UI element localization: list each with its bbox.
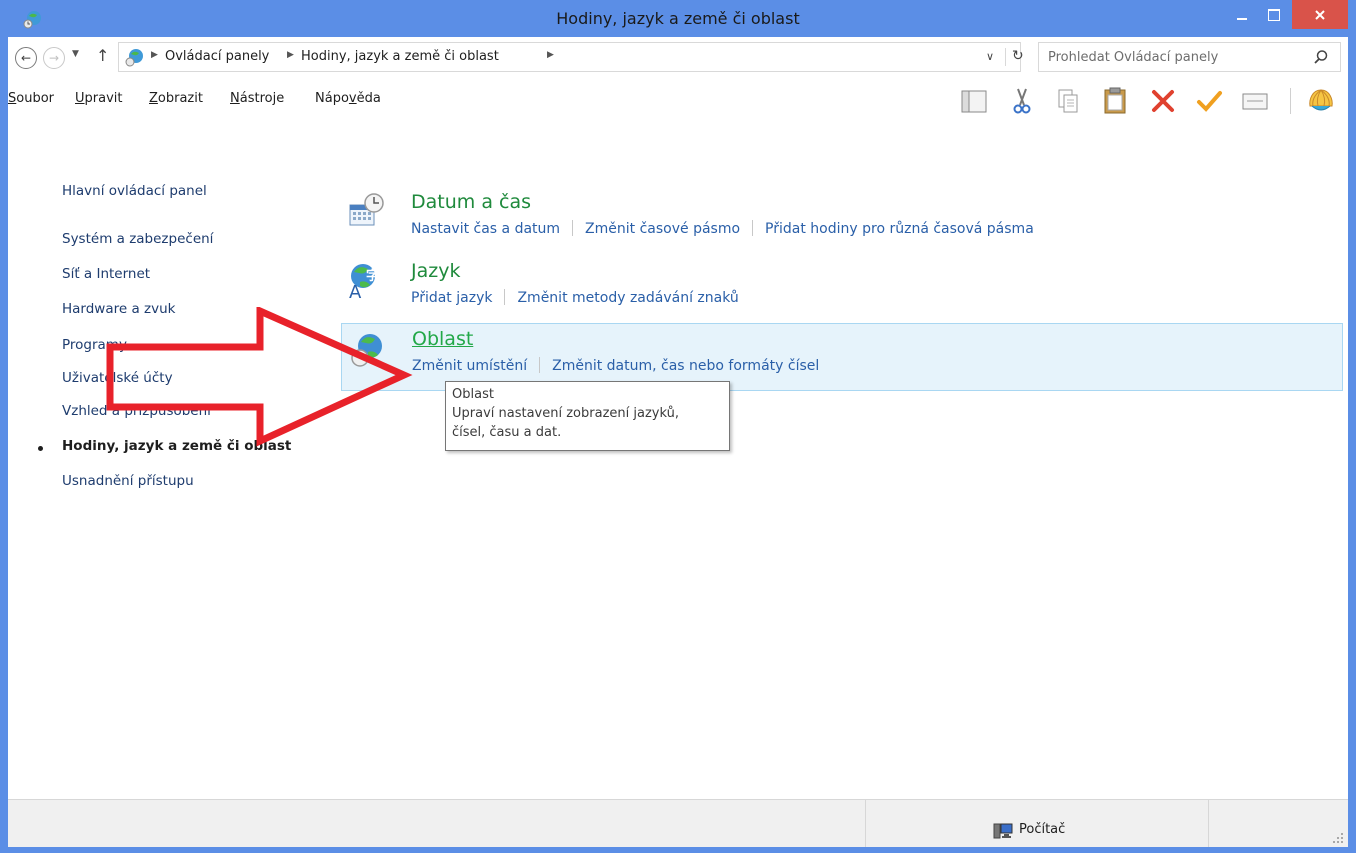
- shell-icon[interactable]: [1306, 86, 1336, 116]
- link-separator: [539, 357, 541, 373]
- link-separator: [752, 220, 754, 236]
- svg-text:字: 字: [366, 268, 379, 284]
- tooltip-line: čísel, času a dat.: [452, 425, 562, 440]
- category-language: 字 A Jazyk Přidat jazyk Změnit metody zadá…: [341, 260, 1343, 316]
- status-divider: [1208, 800, 1209, 848]
- delete-icon[interactable]: [1148, 86, 1178, 116]
- client-area: ← → ▼ ↑ ▶ Ovládací panely ▶ Hodiny, jazy…: [8, 37, 1348, 853]
- sidebar-item-home[interactable]: Hlavní ovládací panel: [62, 183, 207, 199]
- sidebar-item-system-security[interactable]: Systém a zabezpečení: [62, 231, 213, 247]
- chevron-right-icon[interactable]: ▶: [547, 50, 554, 60]
- toolbar-divider: [1290, 88, 1291, 114]
- minimize-button[interactable]: [1226, 0, 1258, 30]
- window-title: Hodiny, jazyk a země či oblast: [556, 9, 800, 28]
- link-input-methods[interactable]: Změnit metody zadávání znaků: [517, 290, 738, 306]
- status-bar: Počítač: [8, 799, 1348, 848]
- current-item-bullet: [38, 446, 43, 451]
- category-title[interactable]: Datum a čas: [411, 191, 531, 213]
- tooltip-line: Upraví nastavení zobrazení jazyků,: [452, 406, 679, 421]
- breadcrumb-clock-language[interactable]: Hodiny, jazyk a země či oblast: [301, 49, 499, 64]
- close-button[interactable]: [1292, 0, 1348, 29]
- link-separator: [504, 289, 506, 305]
- category-title[interactable]: Jazyk: [411, 260, 460, 282]
- tooltip: Oblast Upraví nastavení zobrazení jazyků…: [445, 381, 730, 451]
- category-links: Změnit umístění Změnit datum, čas nebo fo…: [412, 357, 819, 374]
- status-location: Počítač: [1019, 822, 1066, 837]
- menu-label: ěda: [356, 91, 381, 106]
- resize-grip-icon[interactable]: [1330, 830, 1344, 844]
- paste-icon[interactable]: [1100, 86, 1130, 116]
- window: Hodiny, jazyk a země či oblast ← → ▼ ↑ ▶: [0, 0, 1356, 853]
- maximize-button[interactable]: [1258, 0, 1290, 30]
- address-divider: [1005, 48, 1006, 66]
- copy-icon[interactable]: [1053, 86, 1083, 116]
- annotation-arrow: [106, 307, 413, 447]
- link-add-clocks[interactable]: Přidat hodiny pro různá časová pásma: [765, 221, 1034, 237]
- language-globe-icon[interactable]: 字 A: [346, 260, 386, 300]
- category-date-time: Datum a čas Nastavit čas a datum Změnit č…: [341, 191, 1343, 247]
- refresh-icon[interactable]: ↻: [1012, 48, 1024, 64]
- link-add-language[interactable]: Přidat jazyk: [411, 290, 492, 306]
- properties-icon[interactable]: [1240, 86, 1270, 116]
- title-bar[interactable]: Hodiny, jazyk a země či oblast: [0, 0, 1356, 37]
- sidebar-item-network[interactable]: Síť a Internet: [62, 266, 150, 282]
- search-box[interactable]: [1038, 42, 1341, 72]
- computer-icon: [993, 823, 1013, 839]
- tooltip-title: Oblast: [452, 387, 494, 402]
- status-divider: [865, 800, 866, 848]
- category-links: Nastavit čas a datum Změnit časové pásmo P…: [411, 220, 1034, 237]
- link-change-formats[interactable]: Změnit datum, čas nebo formáty čísel: [552, 358, 819, 374]
- cut-icon[interactable]: [1007, 86, 1037, 116]
- layout-pane-icon[interactable]: [959, 86, 989, 116]
- search-input[interactable]: [1048, 48, 1298, 66]
- link-change-location[interactable]: Změnit umístění: [412, 358, 527, 374]
- sidebar-item-accessibility[interactable]: Usnadnění přístupu: [62, 473, 194, 489]
- category-links: Přidat jazyk Změnit metody zadávání znaků: [411, 289, 739, 306]
- chevron-down-icon[interactable]: ∨: [986, 50, 994, 63]
- link-set-time-date[interactable]: Nastavit čas a datum: [411, 221, 560, 237]
- search-icon[interactable]: [1313, 49, 1329, 65]
- window-border: [8, 847, 1348, 853]
- checkmark-icon[interactable]: [1194, 86, 1224, 116]
- menu-accel: v: [348, 91, 357, 106]
- link-separator: [572, 220, 574, 236]
- link-change-timezone[interactable]: Změnit časové pásmo: [585, 221, 740, 237]
- close-icon: [1315, 9, 1325, 20]
- calendar-clock-icon[interactable]: [346, 191, 386, 231]
- svg-text:A: A: [349, 282, 362, 300]
